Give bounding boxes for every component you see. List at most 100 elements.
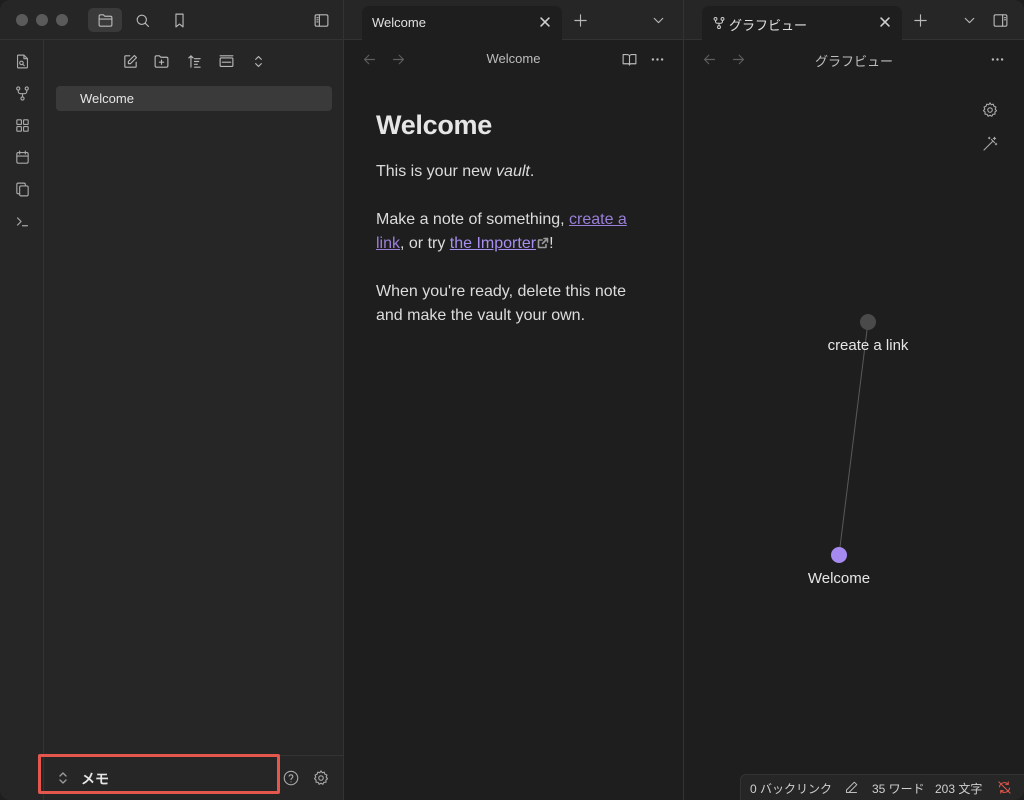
text: . [529,163,535,180]
tab-label: グラフビュー [729,18,808,33]
sidebar-titlebar [0,0,344,40]
graph-view-button[interactable] [11,82,33,104]
git-fork-icon [15,85,29,101]
chevron-down-icon [653,17,663,23]
quick-switcher-button[interactable] [11,50,33,72]
sync-error-icon [998,781,1011,794]
reading-view-button[interactable] [620,50,638,68]
more-horizontal-icon [651,57,663,61]
copy-icon [15,182,29,196]
note-paragraph-3: When you're ready, delete this note and … [376,283,627,324]
sidebar-right-icon [993,13,1007,27]
note-content[interactable]: Welcome This is your new vault. Make a n… [376,110,656,352]
sync-status-button[interactable] [997,780,1013,796]
auto-reveal-button[interactable] [215,50,237,72]
vault-name: メモ [81,771,109,787]
graph-node-create-a-link[interactable] [860,314,876,330]
new-folder-button[interactable] [150,50,172,72]
graph-node-welcome[interactable] [831,547,847,563]
close-tab-button[interactable] [878,15,894,31]
editor-pane-welcome: Welcome Welcome Welcome This is your new… [344,0,684,800]
external-link-importer[interactable]: the Importer [450,235,536,252]
gear-icon [313,770,329,785]
chevrons-up-down-icon [59,772,67,784]
help-circle-icon [283,770,299,786]
more-options-button[interactable] [648,50,666,68]
window-close-button[interactable] [16,14,28,26]
git-fork-icon [713,16,725,30]
backlink-count[interactable]: 0 バックリンク [750,780,832,797]
view-title[interactable]: グラフビュー [684,51,1024,70]
new-tab-button[interactable] [571,11,589,29]
canvas-button[interactable] [11,114,33,136]
search-tab-button[interactable] [125,8,159,32]
tab-list-button[interactable] [649,11,667,29]
bookmarks-tab-button[interactable] [162,8,196,32]
text: ! [549,235,554,252]
close-icon [880,17,890,27]
sidebar-toggle-icon [314,13,328,27]
edit-icon [123,54,137,68]
graph-view-pane: グラフビュー グラフビュー create a link Welcome [684,0,1024,800]
vault-switcher[interactable]: メモ [38,754,280,794]
close-tab-button[interactable] [538,15,554,31]
tab-label: Welcome [372,15,426,30]
external-link-icon [537,233,549,249]
graph-node-label: create a link [827,337,909,354]
tab-graph-view[interactable]: グラフビュー [702,6,902,40]
tab-bar: グラフビュー [684,0,1024,40]
chevrons-up-down-icon [254,55,262,67]
sort-icon [187,54,201,68]
graph-canvas[interactable]: create a link Welcome [684,78,1024,778]
file-explorer-actions [44,50,344,72]
folder-icon [98,13,112,27]
file-search-icon [16,54,28,68]
file-item-label: Welcome [80,91,134,106]
terminal-icon [16,216,28,226]
graph-edge [838,321,869,556]
file-item-welcome[interactable]: Welcome [56,86,332,111]
toggle-right-sidebar-button[interactable] [991,11,1009,29]
window-minimize-button[interactable] [36,14,48,26]
note-paragraph-1: This is your new vault. [376,160,656,184]
more-horizontal-icon [991,57,1003,61]
book-open-icon [622,53,636,66]
new-note-button[interactable] [119,50,141,72]
graph-svg [831,314,876,563]
sort-order-button[interactable] [183,50,205,72]
view-header: グラフビュー [684,40,1024,78]
tab-list-button[interactable] [960,11,978,29]
tab-welcome[interactable]: Welcome [362,6,562,40]
tab-bar: Welcome [344,0,683,40]
note-heading: Welcome [376,110,492,140]
command-palette-button[interactable] [11,210,33,232]
plus-icon [913,13,927,27]
folder-plus-icon [154,54,168,68]
chevron-down-icon [964,17,974,23]
sidebar-footer: メモ [38,754,344,800]
editing-mode-button[interactable] [844,780,860,796]
status-bar: 0 バックリンク 35 ワード 203 文字 [740,774,1024,800]
text: , or try [400,235,450,252]
window-zoom-button[interactable] [56,14,68,26]
search-icon [136,14,149,27]
expand-all-button[interactable] [247,50,269,72]
character-count: 203 文字 [935,782,983,796]
view-header: Welcome [344,40,683,78]
file-explorer-tab-button[interactable] [88,8,122,32]
more-options-button[interactable] [988,50,1006,68]
pencil-icon [846,781,858,793]
app-window: Welcome メモ Welcome Welcome Welcome This … [0,0,1024,800]
daily-note-button[interactable] [11,146,33,168]
help-button[interactable] [281,768,301,788]
settings-button[interactable] [311,768,331,788]
templates-button[interactable] [11,178,33,200]
collapse-sidebar-button[interactable] [304,8,338,32]
emphasis-text: vault [496,163,530,180]
bookmark-icon [174,13,184,27]
close-icon [540,17,550,27]
file-explorer-sidebar: Welcome メモ [38,40,344,800]
new-tab-button[interactable] [911,11,929,29]
note-paragraph-2: Make a note of something, create a link,… [376,208,656,256]
plus-icon [573,13,587,27]
